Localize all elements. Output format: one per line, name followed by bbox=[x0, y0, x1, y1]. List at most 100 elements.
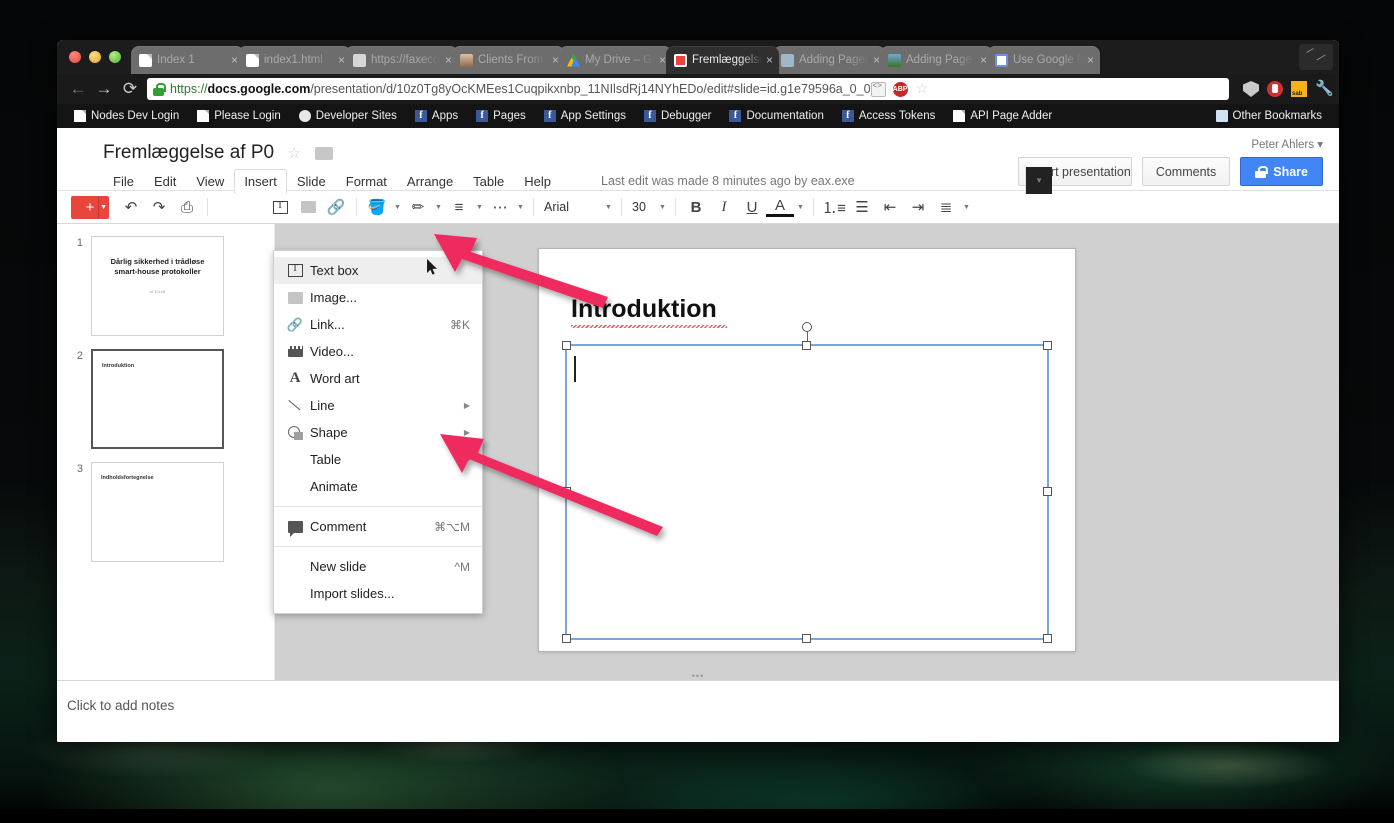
numbered-list-icon[interactable]: ⒈≡ bbox=[820, 194, 848, 220]
menu-item-image[interactable]: Image... bbox=[274, 284, 482, 311]
menu-view[interactable]: View bbox=[186, 169, 234, 194]
menu-item-import-slides[interactable]: Import slides... bbox=[274, 580, 482, 607]
reload-icon[interactable]: ⟳ bbox=[117, 76, 143, 102]
filmstrip-row[interactable]: 2 Introduktion bbox=[57, 349, 274, 449]
browser-tab[interactable]: Adding Page × bbox=[880, 46, 993, 74]
resize-handle-ne[interactable] bbox=[1043, 341, 1052, 350]
browser-tab[interactable]: Clients From × bbox=[452, 46, 565, 74]
chevron-down-icon[interactable]: ▼ bbox=[602, 204, 615, 211]
resize-handle-nw[interactable] bbox=[562, 341, 571, 350]
window-traffic-lights[interactable] bbox=[69, 51, 121, 63]
browser-tab[interactable]: Adding Pagen × bbox=[773, 46, 886, 74]
line-dash-icon[interactable]: ⋯ bbox=[486, 194, 514, 220]
text-box-icon[interactable] bbox=[266, 194, 294, 220]
font-size-select[interactable]: 30 bbox=[628, 200, 656, 214]
resize-handle-e[interactable] bbox=[1043, 487, 1052, 496]
slide-filmstrip[interactable]: 1 Dårlig sikkerhed i trådløse smart-hous… bbox=[57, 224, 275, 680]
chevron-down-icon[interactable]: ▼ bbox=[391, 204, 404, 211]
resize-handle-n[interactable] bbox=[802, 341, 811, 350]
browser-tab[interactable]: My Drive – Go × bbox=[559, 46, 672, 74]
bookmark-item[interactable]: f Documentation bbox=[720, 104, 832, 128]
stop-icon[interactable] bbox=[1267, 81, 1283, 97]
filmstrip-row[interactable]: 1 Dårlig sikkerhed i trådløse smart-hous… bbox=[57, 236, 274, 336]
insert-menu-dropdown[interactable]: Text box Image... 🔗 Link... ⌘K Video... … bbox=[273, 250, 483, 614]
notes-resize-grip[interactable]: ••• bbox=[689, 672, 707, 681]
maximize-window-button[interactable] bbox=[109, 51, 121, 63]
chevron-down-icon[interactable]: ▼ bbox=[432, 204, 445, 211]
move-to-folder-icon[interactable] bbox=[315, 146, 334, 160]
bookmark-item[interactable]: f Debugger bbox=[635, 104, 721, 128]
chevron-down-icon[interactable]: ▼ bbox=[656, 204, 669, 211]
bold-button[interactable]: B bbox=[682, 194, 710, 220]
line-color-icon[interactable]: ✏ bbox=[404, 194, 432, 220]
browser-tab[interactable]: Use Google Pr × bbox=[987, 46, 1100, 74]
close-icon[interactable]: × bbox=[659, 54, 666, 66]
bookmark-item[interactable]: f Pages bbox=[467, 104, 535, 128]
page-title[interactable]: Fremlæggelse af P0 bbox=[103, 142, 274, 164]
selected-text-box[interactable] bbox=[562, 322, 1052, 643]
rotation-handle[interactable] bbox=[802, 322, 812, 332]
undo-icon[interactable]: ↶ bbox=[117, 194, 145, 220]
browser-tab-active[interactable]: Fremlæggelse × bbox=[666, 46, 779, 74]
menu-edit[interactable]: Edit bbox=[144, 169, 186, 194]
bookmark-item[interactable]: Nodes Dev Login bbox=[65, 104, 188, 128]
slide-thumbnail-selected[interactable]: Introduktion bbox=[91, 349, 224, 449]
new-slide-button[interactable]: + ▼ bbox=[71, 195, 109, 219]
adblock-icon[interactable]: ABP bbox=[892, 81, 908, 97]
close-icon[interactable]: × bbox=[980, 54, 987, 66]
comments-button[interactable]: Comments bbox=[1141, 157, 1231, 186]
slide-thumbnail[interactable]: Indholdsfortegnelse bbox=[91, 462, 224, 562]
menu-format[interactable]: Format bbox=[336, 169, 397, 194]
menu-item-new-slide[interactable]: New slide ^M bbox=[274, 553, 482, 580]
chevron-down-icon[interactable]: ▼ bbox=[473, 204, 486, 211]
resize-handle-w[interactable] bbox=[562, 487, 571, 496]
increase-indent-icon[interactable]: ⇥ bbox=[904, 194, 932, 220]
slide-thumbnail[interactable]: Dårlig sikkerhed i trådløse smart-house … bbox=[91, 236, 224, 336]
star-outline-icon[interactable]: ☆ bbox=[288, 145, 301, 162]
notes-placeholder[interactable]: Click to add notes bbox=[67, 698, 174, 713]
chevron-down-icon[interactable]: ▼ bbox=[100, 204, 107, 211]
start-presentation-button[interactable]: Start presentation ▼ bbox=[1018, 157, 1132, 194]
shield-icon[interactable] bbox=[1243, 81, 1259, 97]
chevron-down-icon[interactable]: ▼ bbox=[1025, 167, 1053, 194]
chevron-down-icon[interactable]: ▼ bbox=[960, 204, 973, 211]
resize-handle-s[interactable] bbox=[802, 634, 811, 643]
paint-format-icon[interactable]: ⎙ bbox=[173, 194, 201, 220]
fill-color-icon[interactable]: 🪣 bbox=[363, 194, 391, 220]
close-icon[interactable]: × bbox=[338, 54, 345, 66]
menu-item-line[interactable]: Line ▶ bbox=[274, 392, 482, 419]
italic-button[interactable]: I bbox=[710, 194, 738, 220]
menu-table[interactable]: Table bbox=[463, 169, 514, 194]
text-color-button[interactable]: A bbox=[766, 197, 794, 217]
menu-item-text-box[interactable]: Text box bbox=[274, 257, 482, 284]
chevron-down-icon[interactable]: ▼ bbox=[794, 204, 807, 211]
menu-item-link[interactable]: 🔗 Link... ⌘K bbox=[274, 311, 482, 338]
chevron-down-icon[interactable]: ▼ bbox=[514, 204, 527, 211]
address-bar[interactable]: https://docs.google.com/presentation/d/1… bbox=[147, 78, 1229, 100]
menu-arrange[interactable]: Arrange bbox=[397, 169, 463, 194]
image-icon[interactable] bbox=[294, 194, 322, 220]
bulleted-list-icon[interactable]: ☰ bbox=[848, 194, 876, 220]
menu-item-table[interactable]: Table ▶ bbox=[274, 446, 482, 473]
line-weight-icon[interactable]: ≡ bbox=[445, 194, 473, 220]
menu-item-comment[interactable]: Comment ⌘⌥M bbox=[274, 513, 482, 540]
browser-tab[interactable]: index1.html × bbox=[238, 46, 351, 74]
last-edit-status[interactable]: Last edit was made 8 minutes ago by eax.… bbox=[601, 174, 855, 188]
bookmark-item[interactable]: f Apps bbox=[406, 104, 467, 128]
redo-icon[interactable]: ↷ bbox=[145, 194, 173, 220]
wrench-icon[interactable]: 🔧 bbox=[1315, 81, 1334, 97]
bookmark-item[interactable]: f Access Tokens bbox=[833, 104, 945, 128]
minimize-window-button[interactable] bbox=[89, 51, 101, 63]
menu-item-animate[interactable]: Animate bbox=[274, 473, 482, 500]
bookmark-star-icon[interactable]: ☆ bbox=[915, 81, 930, 97]
menu-item-word-art[interactable]: A Word art bbox=[274, 365, 482, 392]
close-icon[interactable]: × bbox=[1087, 54, 1094, 66]
menu-item-video[interactable]: Video... bbox=[274, 338, 482, 365]
menu-item-shape[interactable]: Shape ▶ bbox=[274, 419, 482, 446]
browser-tab[interactable]: https://faxeco × bbox=[345, 46, 458, 74]
back-arrow-icon[interactable]: ← bbox=[65, 76, 91, 102]
filmstrip-row[interactable]: 3 Indholdsfortegnelse bbox=[57, 462, 274, 562]
font-family-select[interactable]: Arial bbox=[540, 200, 602, 214]
account-name[interactable]: Peter Ahlers ▾ bbox=[1251, 137, 1323, 151]
menu-slide[interactable]: Slide bbox=[287, 169, 336, 194]
